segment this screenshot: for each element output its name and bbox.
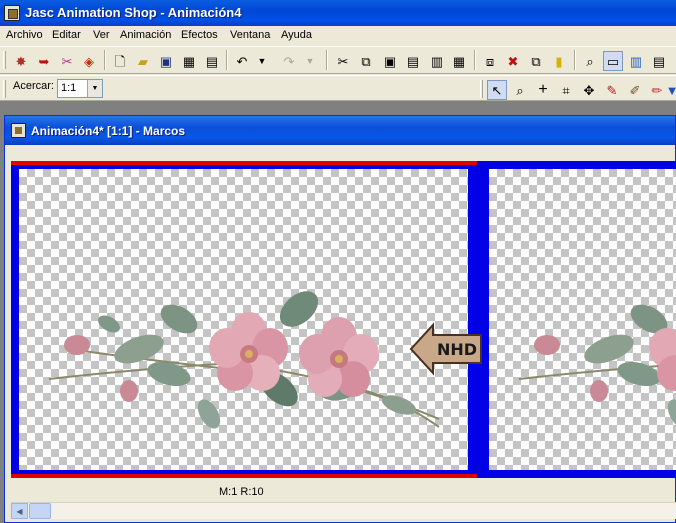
color-icon[interactable]: ▥ <box>626 51 646 71</box>
transition-icon[interactable]: ✂ <box>57 51 77 71</box>
menu-editar[interactable]: Editar <box>52 29 81 41</box>
properties-icon[interactable]: ▤ <box>202 51 222 71</box>
toolbar-grip[interactable] <box>3 80 6 98</box>
new-icon[interactable]: 🗋 <box>110 51 130 71</box>
effects-icon[interactable]: ◈ <box>79 51 99 71</box>
zoom-label: Acercar: <box>13 80 54 92</box>
redo-icon[interactable]: ↷ <box>279 51 299 71</box>
menu-ventana[interactable]: Ventana <box>230 29 270 41</box>
menu-bar: Archivo Editar Ver Animación Efectos Ven… <box>0 26 676 44</box>
cut-icon[interactable]: ✂ <box>333 51 353 71</box>
save-icon[interactable]: ▣ <box>156 51 176 71</box>
delete-icon[interactable]: ✖ <box>503 51 523 71</box>
separator <box>326 50 328 70</box>
toolbar-grip[interactable] <box>480 80 483 98</box>
flower-bouquet-image <box>48 291 440 429</box>
separator <box>474 50 476 70</box>
paste-after-icon[interactable]: ▦ <box>449 51 469 71</box>
document-title-bar[interactable]: Animación4* [1:1] - Marcos <box>5 116 675 145</box>
separator <box>574 50 576 70</box>
menu-archivo[interactable]: Archivo <box>6 29 43 41</box>
document-icon <box>11 123 26 138</box>
chevron-down-icon[interactable]: ▼ <box>87 80 102 97</box>
copy-icon[interactable]: ⧉ <box>356 51 376 71</box>
move-tool-icon[interactable]: ✥ <box>579 80 599 100</box>
paste-into-icon[interactable]: ▥ <box>427 51 447 71</box>
wizard-icon[interactable]: ✸ <box>11 51 31 71</box>
view-animation-icon[interactable]: ⌕ <box>580 51 600 71</box>
frame-status: M:1 R:10 <box>219 486 264 498</box>
arrow-tool-icon[interactable]: ↖ <box>487 80 507 100</box>
toolbar-grip[interactable] <box>3 51 6 69</box>
fill-tool-icon[interactable]: ▼ <box>668 80 676 100</box>
zoom-value: 1:1 <box>61 82 77 94</box>
frame-marker-bottom <box>11 474 477 478</box>
nhd-watermark: NHD <box>409 322 482 376</box>
brush-tool-icon[interactable]: ✐ <box>625 80 645 100</box>
frame-1[interactable] <box>19 169 468 470</box>
frame-strip: NHD <box>11 161 676 478</box>
insert-icon[interactable]: ▮ <box>549 51 569 71</box>
banner-icon[interactable]: ➥ <box>34 51 54 71</box>
watermark-text: NHD <box>437 340 477 359</box>
frame-properties-icon[interactable]: ▭ <box>603 51 623 71</box>
tools-toolbar: Acercar: 1:1 ▼ ↖ ⌕ + ⌗ ✥ ✎ ✐ ✏ ▼ <box>0 75 676 101</box>
undo-icon[interactable]: ↶ <box>232 51 252 71</box>
eraser-tool-icon[interactable]: ✏ <box>647 80 667 100</box>
scroll-thumb[interactable] <box>29 503 51 519</box>
zoom-tool-icon[interactable]: ⌕ <box>510 80 530 100</box>
app-title: Jasc Animation Shop - Animación4 <box>25 5 242 20</box>
menu-ver[interactable]: Ver <box>93 29 110 41</box>
scroll-left-icon[interactable]: ◀ <box>11 503 28 519</box>
paste-icon[interactable]: ▣ <box>380 51 400 71</box>
flower-bouquet-image <box>518 304 676 429</box>
zoom-select[interactable]: 1:1 ▼ <box>57 79 103 98</box>
main-toolbar: ✸ ➥ ✂ ◈ 🗋 ▰ ▣ ▦ ▤ ↶ ▼ ↷ ▼ ✂ ⧉ ▣ ▤ ▥ ▦ ⧈ … <box>0 46 676 74</box>
document-window: Animación4* [1:1] - Marcos NHD M:1 R:10 … <box>4 115 676 523</box>
frame-2[interactable] <box>489 169 676 470</box>
horizontal-scrollbar[interactable]: ◀ <box>11 502 676 519</box>
duplicate-icon[interactable]: ⧉ <box>526 51 546 71</box>
filmstrip-icon[interactable]: ▤ <box>649 51 669 71</box>
crop-tool-icon[interactable]: ⌗ <box>556 80 576 100</box>
app-icon <box>4 5 20 21</box>
separator <box>226 50 228 70</box>
dropper-tool-icon[interactable]: ✎ <box>602 80 622 100</box>
menu-ayuda[interactable]: Ayuda <box>281 29 312 41</box>
undo-dropdown-icon[interactable]: ▼ <box>252 51 272 71</box>
menu-animacion[interactable]: Animación <box>120 29 171 41</box>
frame-marker-top <box>11 161 477 165</box>
separator <box>104 50 106 70</box>
menu-efectos[interactable]: Efectos <box>181 29 218 41</box>
crop-icon[interactable]: ⧈ <box>480 51 500 71</box>
cross-tool-icon[interactable]: + <box>533 80 553 100</box>
paste-as-new-icon[interactable]: ▤ <box>403 51 423 71</box>
open-icon[interactable]: ▰ <box>133 51 153 71</box>
app-title-bar[interactable]: Jasc Animation Shop - Animación4 <box>0 0 676 26</box>
save-frames-icon[interactable]: ▦ <box>179 51 199 71</box>
document-title: Animación4* [1:1] - Marcos <box>31 124 186 138</box>
redo-dropdown-icon[interactable]: ▼ <box>300 51 320 71</box>
